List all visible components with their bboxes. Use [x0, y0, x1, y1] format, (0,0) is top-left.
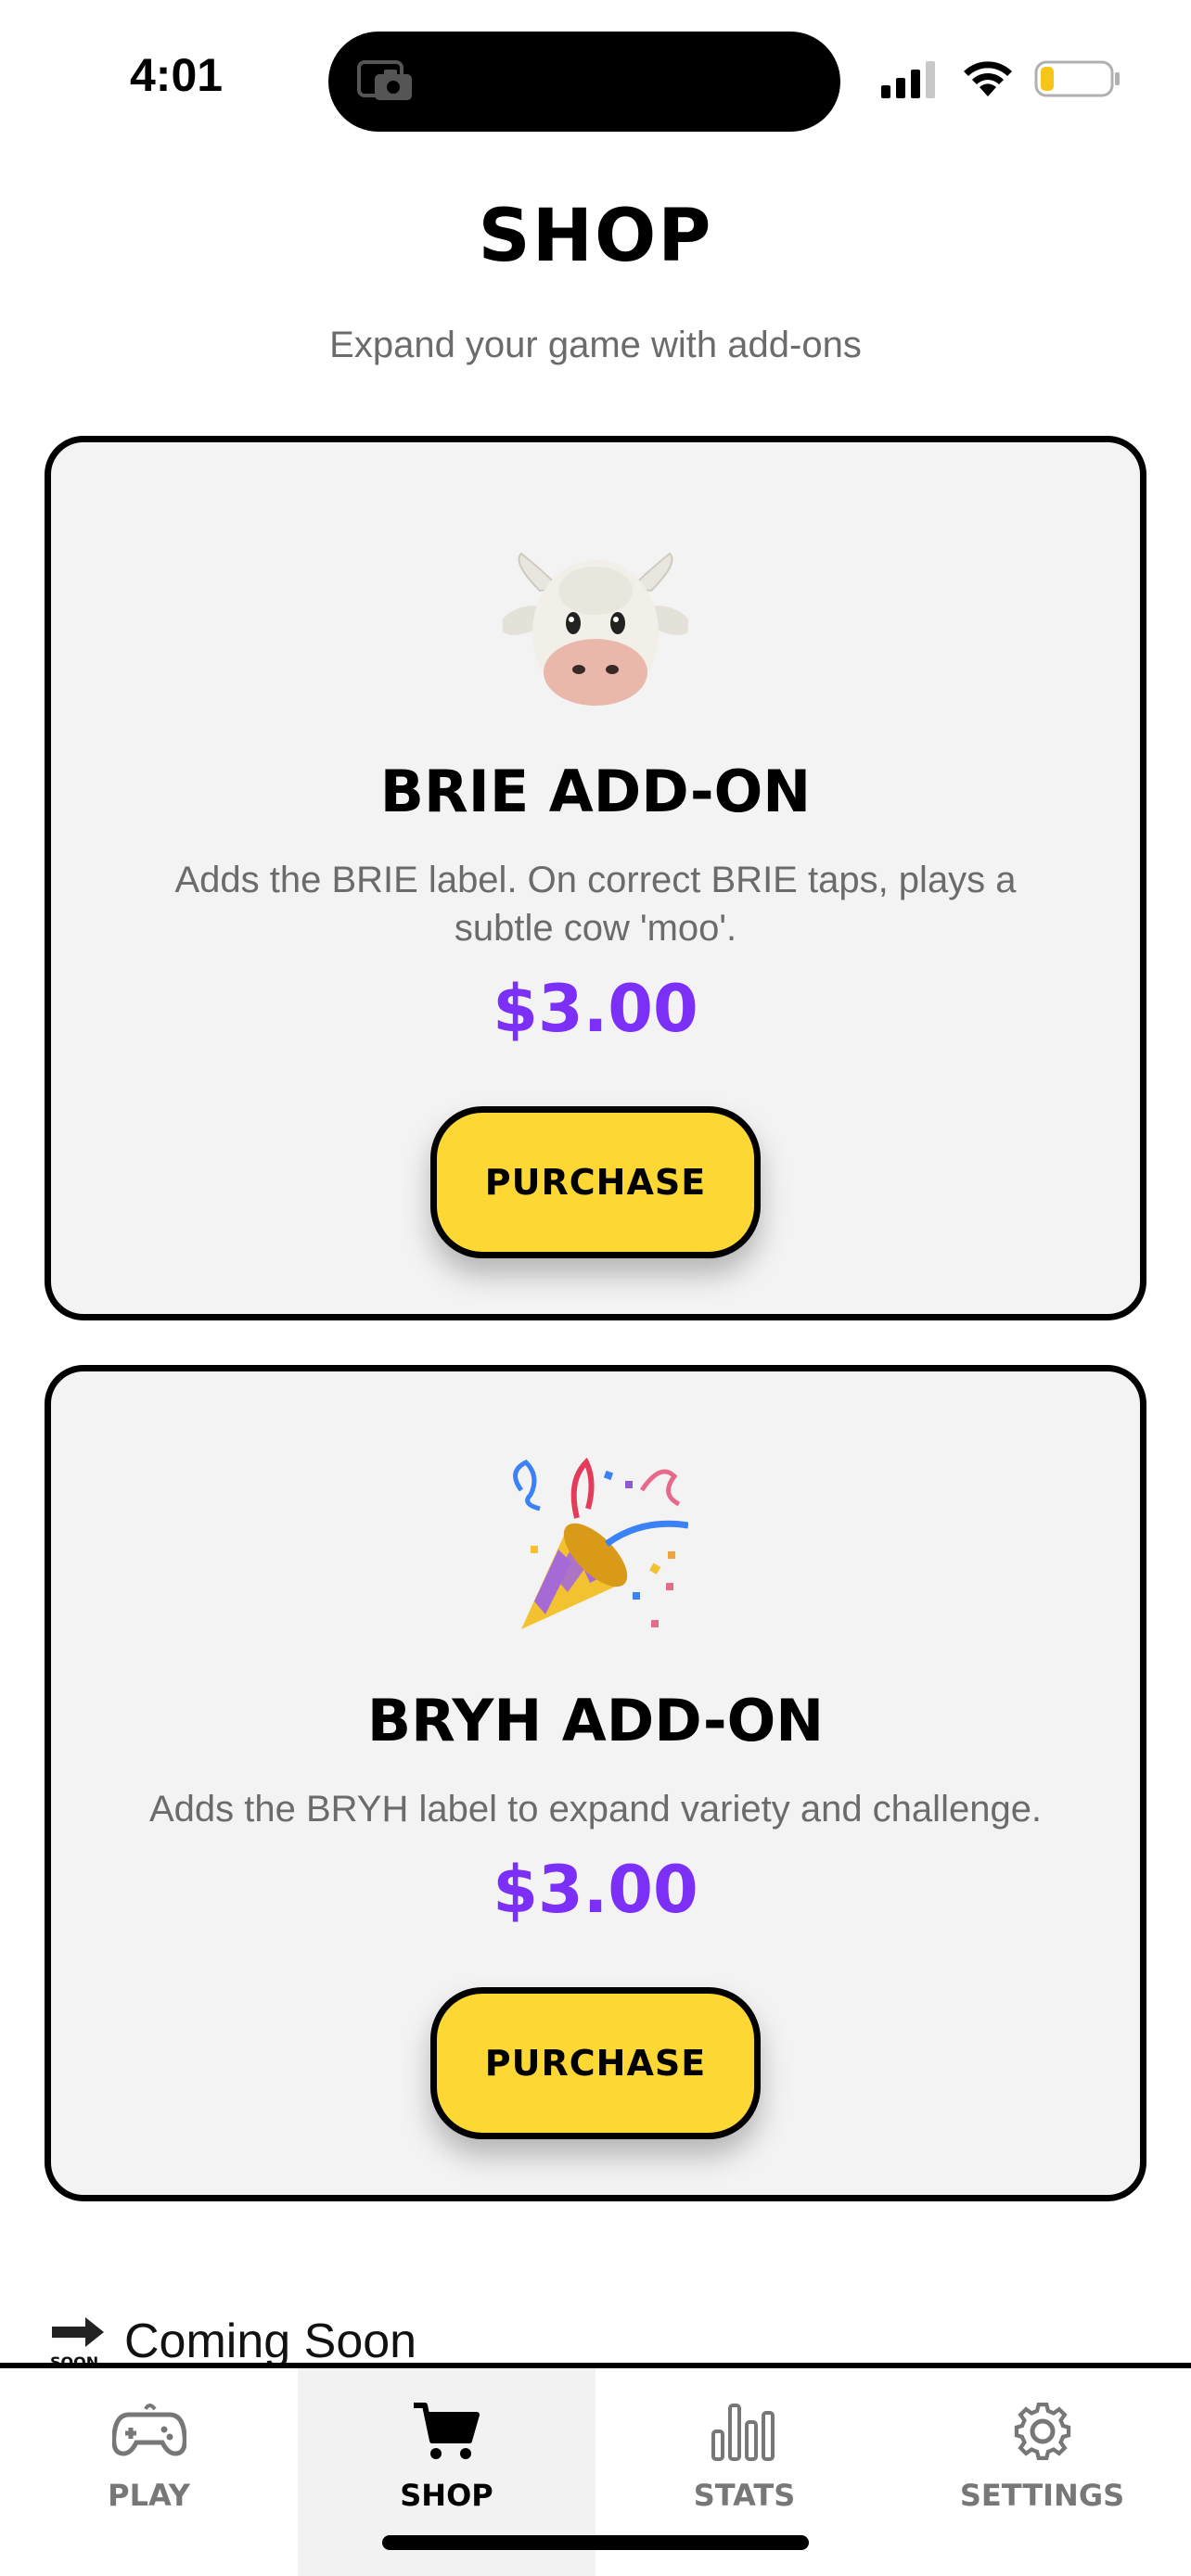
- tab-settings[interactable]: SETTINGS: [893, 2368, 1191, 2576]
- dynamic-island: [328, 32, 840, 132]
- product-title: BRIE ADD-ON: [379, 758, 812, 825]
- cart-icon: [413, 2403, 480, 2459]
- product-description: Adds the BRYH label to expand variety an…: [148, 1789, 1043, 1830]
- coming-soon-label: Coming Soon: [124, 2315, 417, 2368]
- cow-face-icon: [503, 552, 688, 706]
- page-subtitle: Expand your game with add-ons: [329, 325, 862, 365]
- product-price: $3.00: [493, 971, 698, 1047]
- page-title: SHOP: [478, 195, 713, 278]
- product-title: BRYH ADD-ON: [366, 1687, 825, 1754]
- screen-recording-icon: [357, 60, 412, 100]
- tab-label: STATS: [693, 2478, 796, 2513]
- cellular-signal-icon: [881, 61, 935, 98]
- purchase-button[interactable]: PURCHASE: [430, 1987, 761, 2139]
- gear-icon: [1014, 2402, 1070, 2461]
- battery-icon: [1034, 60, 1120, 97]
- wifi-icon: [964, 61, 1012, 96]
- tab-label: PLAY: [108, 2478, 190, 2513]
- product-description: Adds the BRIE label. On correct BRIE tap…: [174, 860, 1017, 949]
- tab-label: SETTINGS: [959, 2478, 1125, 2513]
- status-time: 4:01: [130, 49, 224, 101]
- product-price: $3.00: [493, 1852, 698, 1928]
- gamepad-icon: [111, 2404, 186, 2456]
- tab-play[interactable]: PLAY: [0, 2368, 298, 2576]
- product-card-bryh: BRYH ADD-ON Adds the BRYH label to expan…: [45, 1365, 1146, 2201]
- party-popper-icon: [513, 1457, 688, 1629]
- bar-chart-icon: [711, 2404, 775, 2461]
- product-card-brie: BRIE ADD-ON Adds the BRIE label. On corr…: [45, 436, 1146, 1320]
- soon-arrow-icon: SOON: [50, 2317, 104, 2369]
- home-indicator[interactable]: [382, 2535, 809, 2550]
- purchase-button[interactable]: PURCHASE: [430, 1106, 761, 1258]
- status-bar: 4:01: [0, 0, 1191, 148]
- tab-label: SHOP: [400, 2478, 493, 2513]
